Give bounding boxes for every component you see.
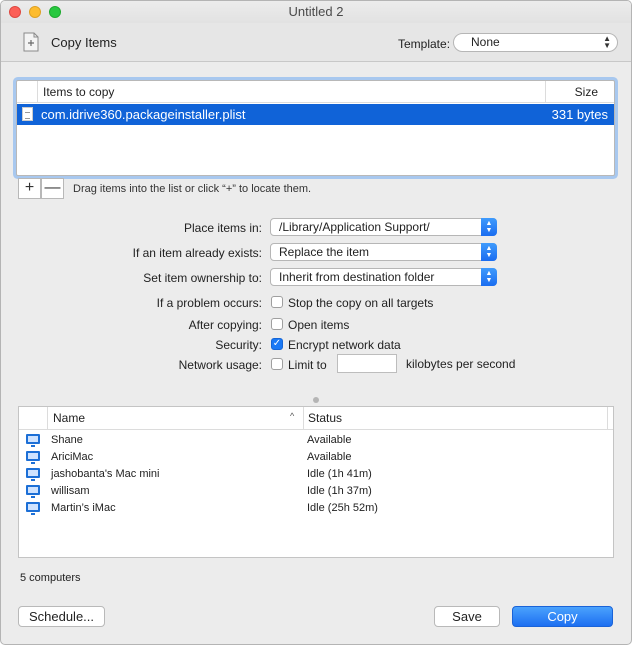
sort-ascending-icon: ^: [290, 411, 295, 421]
split-view-handle[interactable]: [313, 397, 319, 403]
computer-icon: [26, 502, 40, 515]
item-size: 331 bytes: [551, 107, 608, 122]
table-row[interactable]: Martin’s iMac Idle (25h 52m): [19, 500, 613, 517]
item-exists-popup[interactable]: Replace the item ▲ ▼: [270, 243, 497, 261]
computer-status: Available: [307, 434, 352, 446]
copy-button[interactable]: Copy: [512, 606, 613, 627]
template-value: None: [471, 35, 500, 49]
ownership-label: Set item ownership to:: [143, 271, 262, 285]
item-exists-label: If an item already exists:: [132, 246, 262, 260]
open-items-checkbox[interactable]: [271, 318, 283, 330]
schedule-button[interactable]: Schedule...: [18, 606, 105, 627]
after-copying-label: After copying:: [188, 318, 262, 332]
column-header-status[interactable]: Status: [303, 407, 608, 430]
save-button[interactable]: Save: [434, 606, 500, 627]
window-title: Untitled 2: [288, 4, 344, 19]
zoom-window-button[interactable]: [49, 6, 61, 18]
computer-status: Idle (1h 37m): [307, 485, 372, 497]
column-header-name[interactable]: Name: [47, 407, 303, 430]
plist-file-icon: [22, 107, 33, 121]
computers-table[interactable]: Name ^ Status Shane Available AriciMac A…: [18, 406, 614, 558]
computer-count: 5 computers: [20, 572, 81, 584]
add-items-hint: Drag items into the list or click “+” to…: [73, 183, 312, 195]
open-items-option[interactable]: Open items: [288, 318, 349, 332]
item-name: com.idrive360.packageinstaller.plist: [41, 107, 246, 122]
up-down-arrows-icon: ▲ ▼: [603, 34, 611, 50]
computer-icon: [26, 485, 40, 498]
place-items-value: /Library/Application Support/: [279, 220, 430, 234]
items-to-copy-table[interactable]: Items to copy Size com.idrive360.package…: [16, 80, 615, 176]
minimize-window-button[interactable]: [29, 6, 41, 18]
network-usage-label: Network usage:: [178, 358, 262, 372]
computer-name: willisam: [51, 485, 90, 497]
column-header-items[interactable]: Items to copy: [37, 81, 545, 103]
checkmark-icon: ✓: [272, 338, 282, 349]
encrypt-checkbox[interactable]: ✓: [271, 338, 283, 350]
security-label: Security:: [215, 338, 262, 352]
popup-arrows-icon: ▲ ▼: [481, 218, 497, 236]
limit-to-option[interactable]: Limit to: [288, 358, 327, 372]
table-row[interactable]: jashobanta's Mac mini Idle (1h 41m): [19, 466, 613, 483]
remove-item-button[interactable]: —: [41, 178, 64, 199]
limit-bandwidth-checkbox[interactable]: [271, 358, 283, 370]
template-select[interactable]: None ▲ ▼: [453, 33, 618, 52]
popup-arrows-icon: ▲ ▼: [481, 268, 497, 286]
computers-table-header: Name ^ Status: [19, 407, 613, 430]
items-table-header: Items to copy Size: [17, 81, 614, 103]
column-header-size[interactable]: Size: [545, 81, 614, 103]
close-window-button[interactable]: [9, 6, 21, 18]
table-row[interactable]: AriciMac Available: [19, 449, 613, 466]
computer-name: jashobanta's Mac mini: [51, 468, 160, 480]
computer-icon: [26, 451, 40, 464]
table-row[interactable]: willisam Idle (1h 37m): [19, 483, 613, 500]
kilobytes-unit-label: kilobytes per second: [406, 357, 516, 371]
stop-copy-option[interactable]: Stop the copy on all targets: [288, 296, 433, 310]
table-row[interactable]: com.idrive360.packageinstaller.plist 331…: [17, 104, 614, 125]
computer-status: Available: [307, 451, 352, 463]
add-item-button[interactable]: +: [18, 178, 41, 199]
computer-name: Martin’s iMac: [51, 502, 116, 514]
task-title: Copy Items: [51, 35, 117, 50]
place-items-label: Place items in:: [183, 221, 262, 235]
computer-icon: [26, 434, 40, 447]
computer-icon: [26, 468, 40, 481]
place-items-popup[interactable]: /Library/Application Support/ ▲ ▼: [270, 218, 497, 236]
title-bar[interactable]: Untitled 2: [1, 1, 631, 23]
table-row[interactable]: Shane Available: [19, 432, 613, 449]
stop-copy-checkbox[interactable]: [271, 296, 283, 308]
computer-status: Idle (1h 41m): [307, 468, 372, 480]
popup-arrows-icon: ▲ ▼: [481, 243, 497, 261]
encrypt-option[interactable]: Encrypt network data: [288, 338, 401, 352]
problem-label: If a problem occurs:: [156, 296, 262, 310]
copy-items-window: Untitled 2 Copy Items Template: None ▲ ▼ …: [0, 0, 632, 645]
ownership-value: Inherit from destination folder: [279, 270, 435, 284]
computer-status: Idle (25h 52m): [307, 502, 378, 514]
task-toolbar: Copy Items Template: None ▲ ▼: [1, 23, 631, 62]
ownership-popup[interactable]: Inherit from destination folder ▲ ▼: [270, 268, 497, 286]
template-label: Template:: [398, 37, 451, 51]
kilobytes-input[interactable]: [337, 354, 397, 373]
copy-document-icon: [23, 32, 39, 52]
computer-name: AriciMac: [51, 451, 94, 463]
computer-name: Shane: [51, 434, 83, 446]
item-exists-value: Replace the item: [279, 245, 370, 259]
